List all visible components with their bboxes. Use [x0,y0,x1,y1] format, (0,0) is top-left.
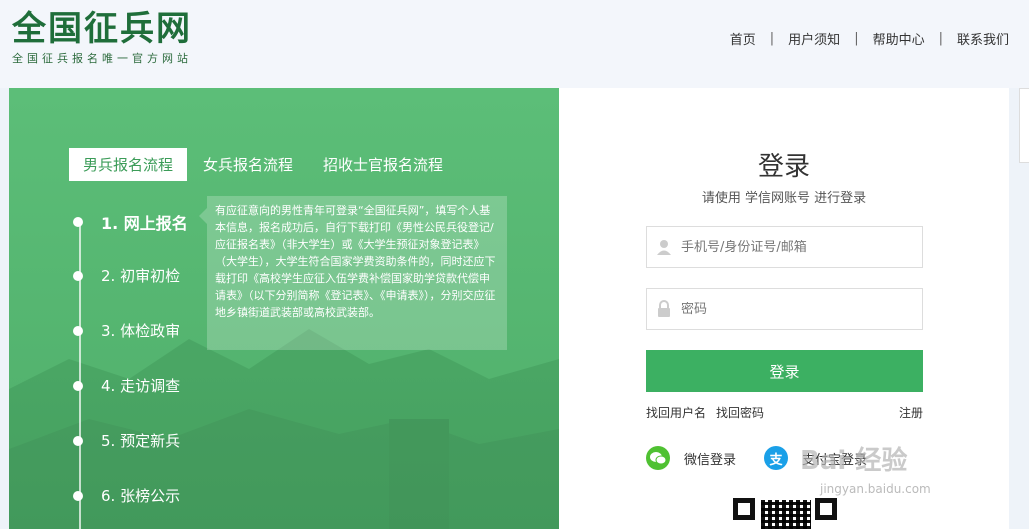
nav-help-center[interactable]: 帮助中心 [873,29,925,48]
account-links: 找回用户名 找回密码 注册 [646,404,923,421]
nav-user-notice[interactable]: 用户须知 [788,29,840,48]
process-step-4[interactable]: 4. 走访调查 [73,375,180,396]
nav-separator: | [769,31,775,46]
step-dot [73,435,83,446]
qr-corner [733,498,755,520]
lock-icon [658,300,670,317]
logo-subtitle: 全国征兵报名唯一官方网站 [12,52,192,65]
qr-pattern [761,500,811,529]
tab-nco-process[interactable]: 招收士官报名流程 [309,148,457,181]
step-label: 4. 走访调查 [101,377,181,395]
site-header: 全国征兵网 全国征兵报名唯一官方网站 首页 | 用户须知 | 帮助中心 | 联系… [0,0,1029,88]
top-nav: 首页 | 用户须知 | 帮助中心 | 联系我们 [730,29,1009,48]
qr-corner [815,498,837,520]
password-field [646,288,923,330]
register-link[interactable]: 注册 [899,404,923,421]
process-step-1[interactable]: 1. 网上报名 [73,210,188,234]
site-logo[interactable]: 全国征兵网 全国征兵报名唯一官方网站 [12,8,192,66]
step-dot [73,217,83,227]
qr-code [733,498,837,529]
process-step-6[interactable]: 6. 张榜公示 [73,485,180,506]
password-input[interactable] [681,301,911,317]
process-step-3[interactable]: 3. 体检政审 [73,320,180,341]
nav-separator: | [938,31,943,46]
user-icon [657,240,671,255]
forgot-password-link[interactable]: 找回密码 [716,404,764,421]
process-step-5[interactable]: 5. 预定新兵 [73,430,180,451]
tab-female-process[interactable]: 女兵报名流程 [189,148,307,181]
step-label: 3. 体检政审 [101,322,181,340]
enlistment-process-panel: 男兵报名流程 女兵报名流程 招收士官报名流程 1. 网上报名 2. 初审初检 3… [9,88,559,529]
logo-title: 全国征兵网 [12,9,192,49]
alipay-icon: 支 [764,446,788,470]
process-step-2[interactable]: 2. 初审初检 [73,265,180,286]
step-dot [73,325,83,336]
step-dot [73,490,83,501]
wechat-login[interactable]: 微信登录 [646,446,736,470]
username-input[interactable] [681,239,911,255]
login-button[interactable]: 登录 [646,350,923,392]
step-dot [73,270,83,281]
login-panel: 登录 请使用 学信网账号 进行登录 登录 找回用户名 找回密码 注册 微信登录 … [559,88,1009,529]
wechat-icon [646,446,670,470]
username-field [646,226,923,268]
watermark-url: jingyan.baidu.com [820,482,931,496]
side-float-tab[interactable] [1019,88,1029,163]
step-description-tooltip: 有应征意向的男性青年可登录“全国征兵网”，填写个人基本信息，报名成功后，自行下载… [199,196,507,350]
nav-contact-us[interactable]: 联系我们 [957,29,1009,48]
forgot-username-link[interactable]: 找回用户名 [646,404,706,421]
step-dot [73,380,83,391]
step-label: 5. 预定新兵 [101,432,181,450]
process-tabs: 男兵报名流程 女兵报名流程 招收士官报名流程 [69,148,459,181]
login-title: 登录 [757,152,810,182]
wechat-login-label: 微信登录 [684,452,737,468]
tab-male-process[interactable]: 男兵报名流程 [69,148,188,181]
watermark: Bai 经验 [800,446,908,476]
step-label: 6. 张榜公示 [101,487,181,505]
step-label: 2. 初审初检 [101,267,181,285]
step-label: 1. 网上报名 [101,214,188,233]
nav-separator: | [854,31,859,46]
nav-home[interactable]: 首页 [730,29,756,48]
login-subtitle: 请使用 学信网账号 进行登录 [701,191,867,206]
